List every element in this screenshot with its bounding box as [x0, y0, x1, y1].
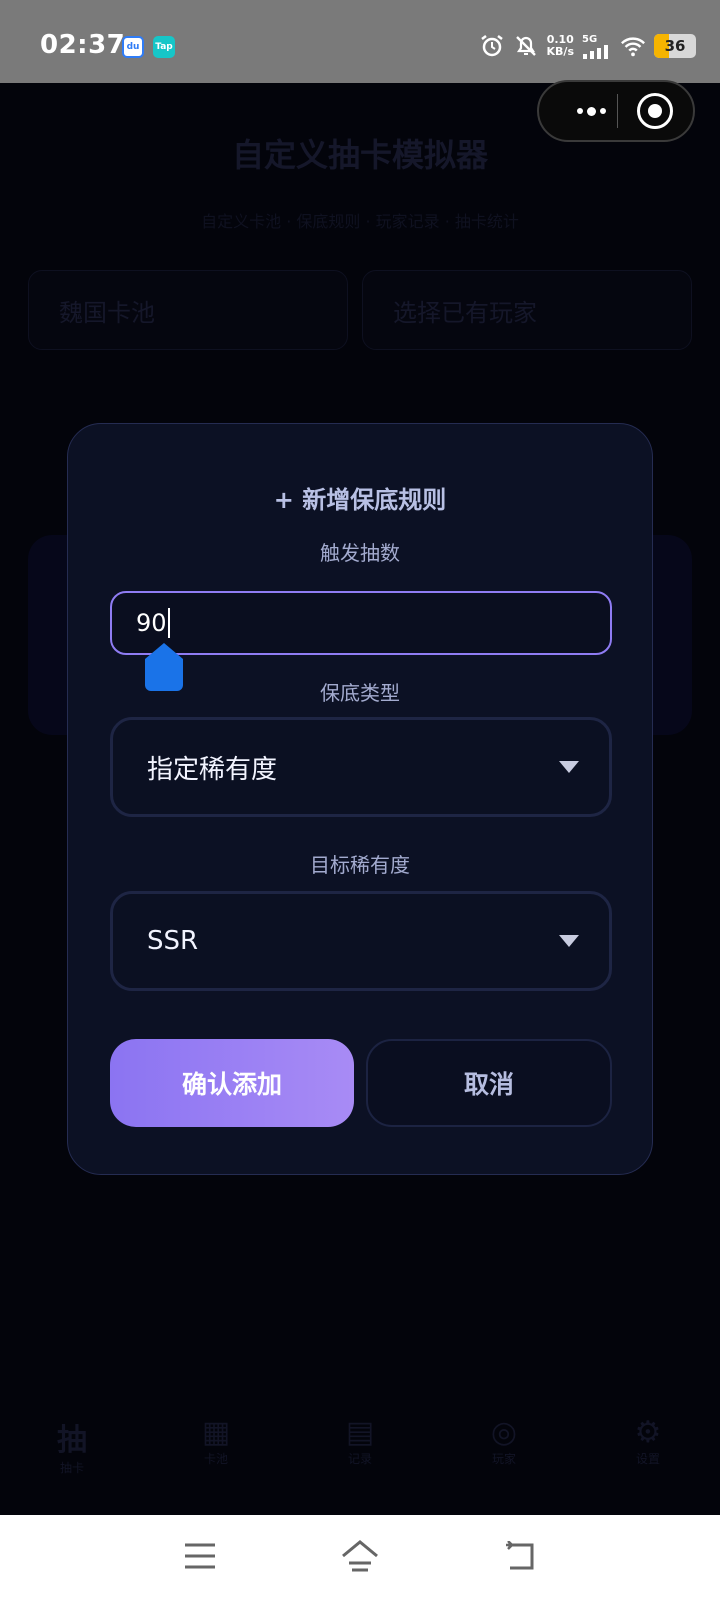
home-icon [342, 1540, 378, 1572]
target-rarity-label: 目标稀有度 [310, 853, 410, 877]
menu-button[interactable] [175, 1531, 225, 1581]
background-nav-item: 抽抽卡 [32, 1415, 112, 1476]
background-player-select: 选择已有玩家 [362, 270, 692, 350]
add-guarantee-rule-dialog: + 新增保底规则 触发抽数 90 保底类型 指定稀有度 目标稀有度 SSR 确认… [67, 423, 653, 1175]
network-speed: 0.10 KB/s [547, 34, 574, 58]
background-nav-label: 抽卡 [59, 1461, 84, 1475]
target-rarity-select[interactable]: SSR [110, 891, 612, 991]
alarm-icon [479, 33, 505, 59]
background-nav-item: ▤ 记录 [320, 1415, 400, 1467]
status-bar: 02:37 du Tap 0.10 KB/s 5G 36 [0, 0, 720, 83]
battery-icon: 36 [654, 34, 696, 58]
back-icon [506, 1541, 534, 1570]
confirm-add-button[interactable]: 确认添加 [110, 1039, 354, 1127]
miniprogram-capsule [537, 80, 695, 142]
capsule-divider [617, 94, 618, 128]
background-nav-label: 设置 [635, 1452, 660, 1466]
close-miniprogram-button[interactable] [637, 93, 673, 129]
network-speed-unit: KB/s [546, 45, 574, 58]
taptap-app-icon: Tap [153, 36, 175, 58]
status-time: 02:37 [40, 30, 126, 60]
target-rarity-value: SSR [147, 926, 199, 956]
menu-icon [185, 1543, 215, 1569]
system-nav-bar [0, 1515, 720, 1600]
more-dot-icon [586, 106, 596, 116]
baidu-app-icon: du [122, 36, 144, 58]
trigger-count-label: 触发抽数 [320, 541, 400, 565]
signal-icon: 5G [582, 33, 612, 59]
more-dot-icon [576, 108, 583, 114]
guarantee-type-select[interactable]: 指定稀有度 [110, 717, 612, 817]
home-button[interactable] [335, 1531, 385, 1581]
background-nav-label: 记录 [347, 1452, 372, 1466]
back-button[interactable] [495, 1531, 545, 1581]
mute-bell-icon [513, 33, 539, 59]
wifi-icon [620, 33, 646, 59]
background-nav-item: ⚙ 设置 [608, 1415, 688, 1467]
guarantee-type-value: 指定稀有度 [147, 754, 278, 785]
background-nav-label: 玩家 [491, 1452, 516, 1466]
dialog-title: + 新增保底规则 [273, 486, 447, 514]
more-dot-icon [599, 108, 606, 114]
trigger-count-value: 90 [136, 609, 167, 637]
battery-percent: 36 [664, 37, 686, 55]
background-nav-item: ▦ 卡池 [176, 1415, 256, 1467]
more-options-button[interactable] [561, 82, 621, 140]
background-nav-label: 卡池 [203, 1452, 228, 1466]
dropdown-arrow-icon [559, 761, 579, 773]
text-caret [167, 608, 170, 638]
status-icons: 0.10 KB/s 5G 36 [479, 30, 696, 62]
text-cursor-handle[interactable] [143, 643, 185, 691]
background-nav-item: ◎ 玩家 [464, 1415, 544, 1467]
trigger-count-input[interactable]: 90 [110, 591, 612, 655]
dropdown-arrow-icon [559, 935, 579, 947]
signal-label: 5G [582, 33, 598, 45]
background-subtitle: 自定义卡池 · 保底规则 · 玩家记录 · 抽卡统计 [201, 212, 519, 231]
cancel-button[interactable]: 取消 [366, 1039, 612, 1127]
background-pool-select: 魏国卡池 [28, 270, 348, 350]
